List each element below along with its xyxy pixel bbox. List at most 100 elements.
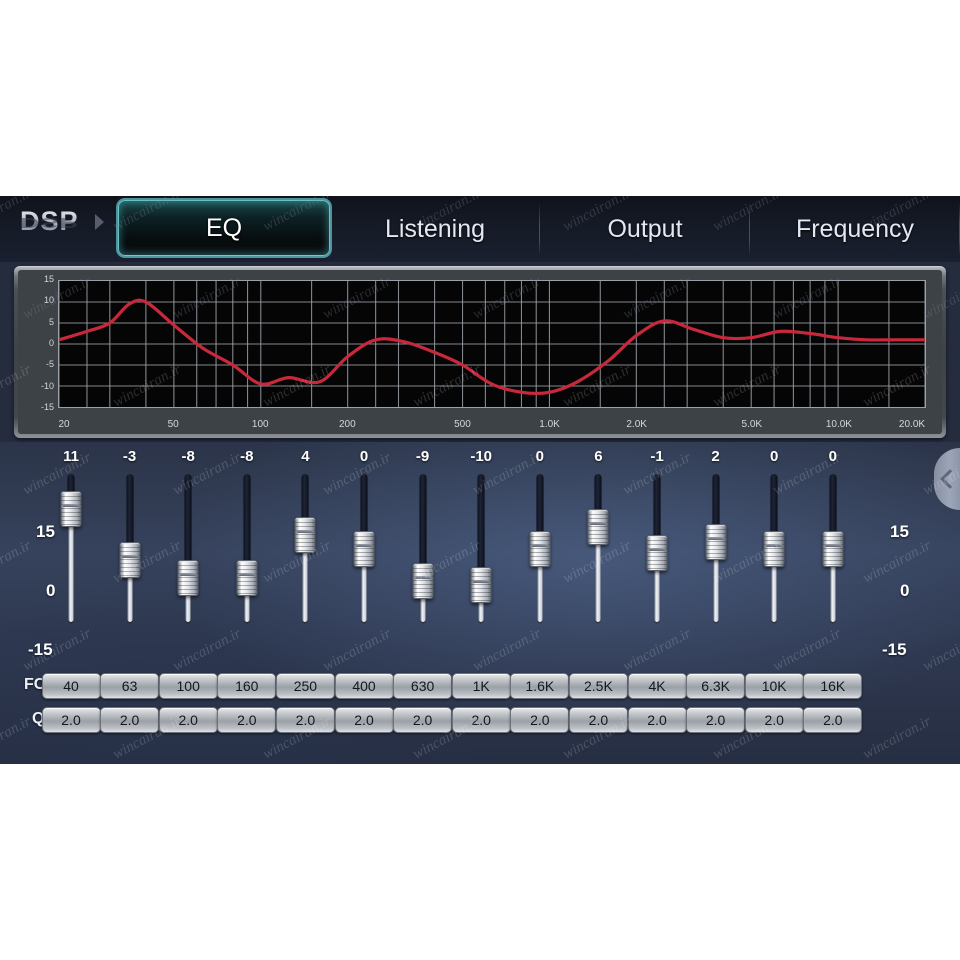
tab-eq-label: EQ (205, 213, 243, 242)
graph-inner: 15 10 5 0 -5 -10 -15 20 50 100 200 500 1.0K 2.0K 5.0K… (18, 270, 942, 434)
q-cell[interactable]: 2.0 (451, 707, 511, 733)
band-slider[interactable] (107, 474, 153, 622)
slider-handle[interactable] (412, 563, 434, 599)
fc-cell[interactable]: 4K (627, 673, 687, 699)
fc-cell[interactable]: 40 (41, 673, 101, 699)
slider-track-upper (477, 474, 485, 575)
slider-track-upper (536, 474, 544, 539)
slider-handle[interactable] (470, 567, 492, 603)
slider-handle[interactable] (646, 535, 668, 571)
slider-handle[interactable] (763, 531, 785, 567)
slider-track-upper (360, 474, 368, 539)
tab-eq[interactable]: EQ (118, 200, 330, 256)
slider-handle[interactable] (822, 531, 844, 567)
fc-cell[interactable]: 63 (100, 673, 160, 699)
q-cell[interactable]: 2.0 (803, 707, 863, 733)
slider-handle[interactable] (119, 542, 141, 578)
tab-output-label: Output (607, 214, 683, 243)
graph-x-tick: 50 (167, 419, 179, 430)
fc-cell[interactable]: 16K (803, 673, 863, 699)
screenshot-canvas: DSP DSP EQ Listening Output Frequency 15… (0, 0, 960, 960)
band-slider[interactable] (810, 474, 856, 622)
slider-handle[interactable] (177, 560, 199, 596)
q-cell[interactable]: 2.0 (744, 707, 804, 733)
slider-track-upper (653, 474, 661, 543)
graph-y-tick: 0 (48, 338, 54, 348)
band-gain-value: 6 (594, 448, 603, 465)
slider-track-lower (595, 535, 601, 622)
tab-listening-label: Listening (384, 214, 486, 243)
fc-cell[interactable]: 630 (393, 673, 453, 699)
slider-handle[interactable] (60, 491, 82, 527)
slider-handle[interactable] (294, 517, 316, 553)
band-slider[interactable] (165, 474, 211, 622)
scale-top-right: 15 (890, 522, 909, 541)
band-slider[interactable] (517, 474, 563, 622)
frequency-response-plot[interactable] (58, 280, 926, 408)
graph-x-tick: 500 (454, 419, 471, 430)
slider-track-upper (829, 474, 837, 539)
fc-cell[interactable]: 2.5K (568, 673, 628, 699)
band-slider[interactable] (575, 474, 621, 622)
band-slider[interactable] (751, 474, 797, 622)
fc-cell[interactable]: 10K (744, 673, 804, 699)
slider-handle[interactable] (587, 509, 609, 545)
slider-handle[interactable] (236, 560, 258, 596)
tab-bar: EQ Listening Output Frequency (118, 196, 960, 262)
band-slider[interactable] (634, 474, 680, 622)
q-cell[interactable]: 2.0 (686, 707, 746, 733)
tab-output[interactable]: Output (540, 196, 750, 262)
q-cell[interactable]: 2.0 (100, 707, 160, 733)
graph-y-tick: 10 (43, 295, 54, 306)
q-cell[interactable]: 2.0 (627, 707, 687, 733)
q-cell[interactable]: 2.0 (568, 707, 628, 733)
graph-y-tick: 15 (43, 274, 54, 284)
logo-arrow-icon (95, 214, 104, 230)
tab-listening[interactable]: Listening (330, 196, 540, 262)
q-cell[interactable]: 2.0 (510, 707, 570, 733)
slider-track-upper (184, 474, 192, 568)
graph-x-tick: 100 (251, 419, 269, 430)
fc-cell[interactable]: 6.3K (686, 673, 746, 699)
app-header: DSP DSP EQ Listening Output Frequency (0, 196, 960, 262)
tab-frequency[interactable]: Frequency (750, 196, 960, 262)
band-gain-value: 4 (301, 448, 310, 465)
fc-cell[interactable]: 1K (451, 673, 511, 699)
slider-handle[interactable] (353, 531, 375, 567)
band-gain-value: -1 (650, 448, 664, 465)
graph-x-tick: 20 (58, 419, 70, 430)
band-slider[interactable] (400, 474, 446, 622)
fc-cell[interactable]: 400 (334, 673, 394, 699)
q-cell[interactable]: 2.0 (217, 707, 277, 733)
scale-mid-right: 0 (900, 581, 910, 600)
band-slider[interactable] (693, 474, 739, 622)
slider-track-lower (713, 550, 719, 622)
q-cell[interactable]: 2.0 (158, 707, 218, 733)
slider-track-lower (302, 543, 308, 622)
q-cell[interactable]: 2.0 (393, 707, 453, 733)
slider-handle[interactable] (529, 531, 551, 567)
q-cell[interactable]: 2.0 (41, 707, 101, 733)
fc-cell[interactable]: 1.6K (510, 673, 570, 699)
graph-x-tick: 200 (338, 419, 356, 430)
band-slider[interactable] (224, 474, 270, 622)
band-slider[interactable] (282, 474, 328, 622)
band-slider[interactable] (341, 474, 387, 622)
chevron-left-icon (939, 469, 960, 489)
graph-y-tick: 5 (48, 316, 54, 327)
scale-mid-left: 0 (46, 581, 56, 600)
q-cell[interactable]: 2.0 (334, 707, 394, 733)
band-gain-value: 0 (770, 448, 779, 465)
band-slider[interactable] (458, 474, 504, 622)
slider-track-upper (419, 474, 427, 571)
equalizer-body: 11 -3 -8 -8 4 0 -9 -10 0 6 -1 2 0 0 15 0 -15 15 0 -15… (0, 442, 960, 764)
band-gain-value: 11 (63, 448, 79, 465)
q-cell[interactable]: 2.0 (275, 707, 335, 733)
slider-handle[interactable] (705, 524, 727, 560)
fc-cell[interactable]: 100 (158, 673, 218, 699)
slider-track-upper (770, 474, 778, 539)
graph-y-tick: -15 (40, 402, 54, 412)
fc-cell[interactable]: 250 (275, 673, 335, 699)
fc-cell[interactable]: 160 (217, 673, 277, 699)
band-gain-value: -9 (415, 448, 430, 465)
